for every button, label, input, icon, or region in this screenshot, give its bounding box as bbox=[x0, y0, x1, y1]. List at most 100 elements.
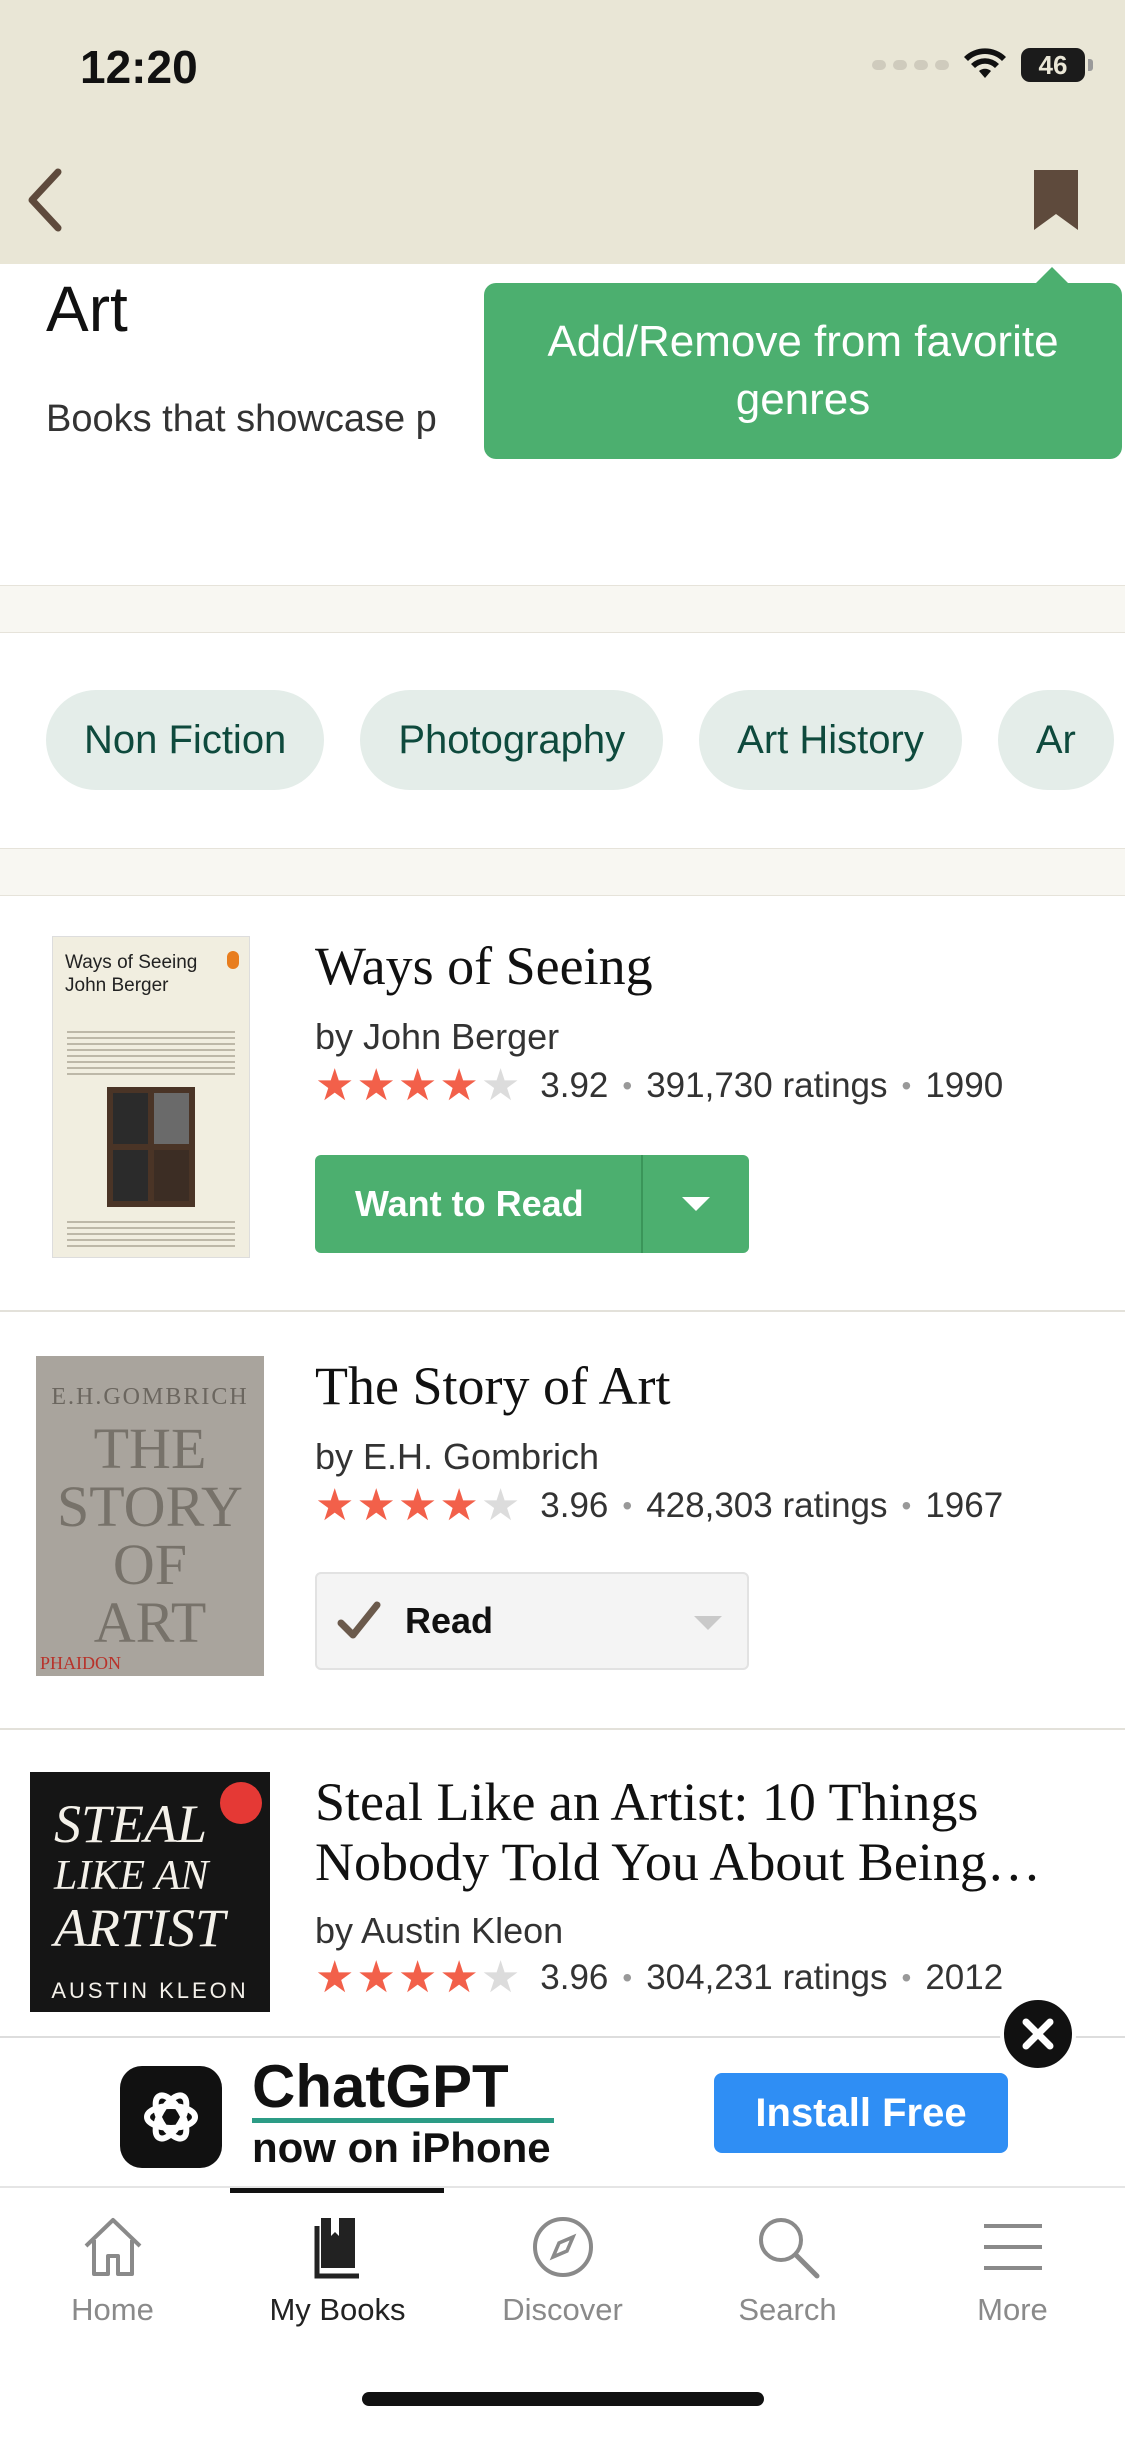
cover-text-block bbox=[67, 1217, 235, 1247]
ad-subtitle: now on iPhone bbox=[252, 2124, 551, 2171]
star-icon: ★ bbox=[356, 1953, 396, 2002]
genre-description: Books that showcase p bbox=[46, 398, 437, 440]
related-genres: Non Fiction Photography Art History Ar bbox=[46, 690, 1125, 790]
chip-art-history[interactable]: Art History bbox=[699, 690, 962, 790]
book-row[interactable]: STEAL LIKE AN ARTIST AUSTIN KLEON Steal … bbox=[0, 1730, 1125, 2036]
chip-ar[interactable]: Ar bbox=[997, 690, 1114, 790]
home-icon bbox=[84, 2218, 142, 2276]
shelf-dropdown[interactable] bbox=[641, 1155, 749, 1253]
tooltip-text: Add/Remove from favorite genres bbox=[547, 317, 1059, 424]
ad-underline bbox=[252, 2118, 554, 2123]
star-icon: ★ bbox=[356, 1481, 396, 1530]
pub-year: 1990 bbox=[925, 1066, 1004, 1105]
back-icon[interactable] bbox=[18, 160, 78, 240]
book-rating-meta: ★ ★ ★ ★ ★ 3.92 • 391,730 ratings • 1990 bbox=[315, 1061, 1004, 1110]
tab-more[interactable]: More bbox=[900, 2188, 1125, 2338]
ratings-count: 304,231 ratings bbox=[646, 1958, 888, 1997]
compass-icon bbox=[533, 2217, 593, 2277]
book-author[interactable]: by John Berger bbox=[315, 1016, 559, 1058]
book-rating-meta: ★ ★ ★ ★ ★ 3.96 • 304,231 ratings • 2012 bbox=[315, 1953, 1004, 2002]
pub-year: 2012 bbox=[925, 1958, 1004, 1997]
section-divider bbox=[0, 848, 1125, 896]
cover-badge bbox=[220, 1782, 262, 1824]
book-cover[interactable]: Ways of Seeing John Berger bbox=[52, 936, 250, 1258]
want-to-read-label: Want to Read bbox=[355, 1183, 584, 1224]
tab-discover[interactable]: Discover bbox=[450, 2188, 675, 2338]
read-shelf-button[interactable]: Read bbox=[315, 1572, 749, 1670]
chatgpt-logo-icon bbox=[120, 2066, 222, 2168]
book-title[interactable]: Steal Like an Artist: 10 Things Nobody T… bbox=[315, 1772, 1105, 1892]
book-author[interactable]: by Austin Kleon bbox=[315, 1910, 563, 1952]
search-icon bbox=[759, 2218, 820, 2279]
book-icon bbox=[314, 2218, 359, 2279]
cover-title: STEAL LIKE AN ARTIST bbox=[54, 1794, 226, 1958]
cover-title: Ways of Seeing bbox=[65, 952, 198, 973]
tab-label: Discover bbox=[502, 2292, 623, 2327]
chevron-down-icon bbox=[682, 1197, 710, 1211]
book-rating-meta: ★ ★ ★ ★ ★ 3.96 • 428,303 ratings • 1967 bbox=[315, 1481, 1004, 1530]
home-indicator bbox=[362, 2392, 764, 2406]
book-author[interactable]: by E.H. Gombrich bbox=[315, 1436, 599, 1478]
page-title: Art bbox=[46, 273, 128, 345]
close-icon bbox=[1022, 2018, 1054, 2050]
top-bar: 12:20 46 bbox=[0, 0, 1125, 264]
pub-year: 1967 bbox=[925, 1486, 1004, 1525]
cover-author: AUSTIN KLEON bbox=[51, 1978, 249, 2003]
avg-rating: 3.92 bbox=[540, 1066, 609, 1105]
chip-photography[interactable]: Photography bbox=[360, 690, 664, 790]
status-icons: 46 bbox=[872, 48, 1093, 82]
tab-my-books[interactable]: My Books bbox=[225, 2188, 450, 2338]
ratings-count: 428,303 ratings bbox=[646, 1486, 888, 1525]
ad-title: ChatGPT bbox=[252, 2053, 509, 2120]
chip-non-fiction[interactable]: Non Fiction bbox=[46, 690, 325, 790]
star-icon: ★ bbox=[397, 1953, 438, 2002]
signal-icon bbox=[872, 60, 949, 70]
bookmark-icon[interactable] bbox=[1030, 168, 1082, 232]
star-icon: ★ bbox=[397, 1481, 438, 1530]
book-row[interactable]: Ways of Seeing John Berger Ways of Seein… bbox=[0, 894, 1125, 1312]
cover-logo bbox=[227, 951, 239, 969]
battery-icon: 46 bbox=[1021, 48, 1093, 82]
openai-knot-icon bbox=[144, 2092, 198, 2142]
favorite-tooltip[interactable]: Add/Remove from favorite genres bbox=[484, 267, 1122, 459]
star-icon: ★ bbox=[480, 1953, 521, 2002]
ad-banner[interactable]: ChatGPT now on iPhone Install Free bbox=[0, 2036, 1125, 2186]
star-icon: ★ bbox=[439, 1481, 479, 1530]
star-icon: ★ bbox=[315, 1061, 355, 1110]
book-title[interactable]: The Story of Art bbox=[315, 1356, 670, 1416]
cover-publisher: PHAIDON bbox=[40, 1653, 121, 1673]
cover-author: John Berger bbox=[65, 975, 169, 996]
want-to-read-button[interactable]: Want to Read bbox=[315, 1155, 749, 1253]
star-rating: ★ ★ ★ ★ ★ bbox=[315, 1064, 520, 1108]
book-title[interactable]: Ways of Seeing bbox=[315, 936, 653, 996]
star-icon: ★ bbox=[356, 1061, 396, 1110]
tab-search[interactable]: Search bbox=[675, 2188, 900, 2338]
star-icon: ★ bbox=[315, 1953, 355, 2002]
star-rating: ★ ★ ★ ★ ★ bbox=[315, 1956, 520, 2000]
read-label: Read bbox=[405, 1600, 494, 1641]
star-icon: ★ bbox=[439, 1953, 479, 2002]
tab-label: Search bbox=[738, 2292, 837, 2327]
book-row[interactable]: E.H.GOMBRICH THE STORY OF ART PHAIDON Th… bbox=[0, 1312, 1125, 1730]
ad-close-button[interactable] bbox=[1000, 1996, 1076, 2072]
tab-home[interactable]: Home bbox=[0, 2188, 225, 2338]
wifi-icon bbox=[964, 48, 1006, 78]
star-icon: ★ bbox=[480, 1481, 521, 1530]
menu-icon bbox=[984, 2224, 1042, 2270]
cover-title: THE STORY OF ART bbox=[57, 1416, 243, 1655]
cover-text-block bbox=[67, 1027, 235, 1077]
star-icon: ★ bbox=[439, 1061, 479, 1110]
star-icon: ★ bbox=[397, 1061, 438, 1110]
book-cover[interactable]: STEAL LIKE AN ARTIST AUSTIN KLEON bbox=[30, 1772, 270, 2012]
book-cover[interactable]: E.H.GOMBRICH THE STORY OF ART PHAIDON bbox=[36, 1356, 264, 1676]
ratings-count: 391,730 ratings bbox=[646, 1066, 888, 1105]
star-icon: ★ bbox=[480, 1061, 521, 1110]
check-icon bbox=[337, 1601, 381, 1639]
cover-image-grid bbox=[107, 1087, 195, 1207]
cover-author: E.H.GOMBRICH bbox=[51, 1384, 249, 1410]
tab-label: More bbox=[977, 2292, 1048, 2327]
tab-label: My Books bbox=[269, 2292, 406, 2327]
install-free-button[interactable]: Install Free bbox=[714, 2073, 1008, 2153]
chevron-down-icon[interactable] bbox=[693, 1614, 723, 1632]
star-rating: ★ ★ ★ ★ ★ bbox=[315, 1484, 520, 1528]
